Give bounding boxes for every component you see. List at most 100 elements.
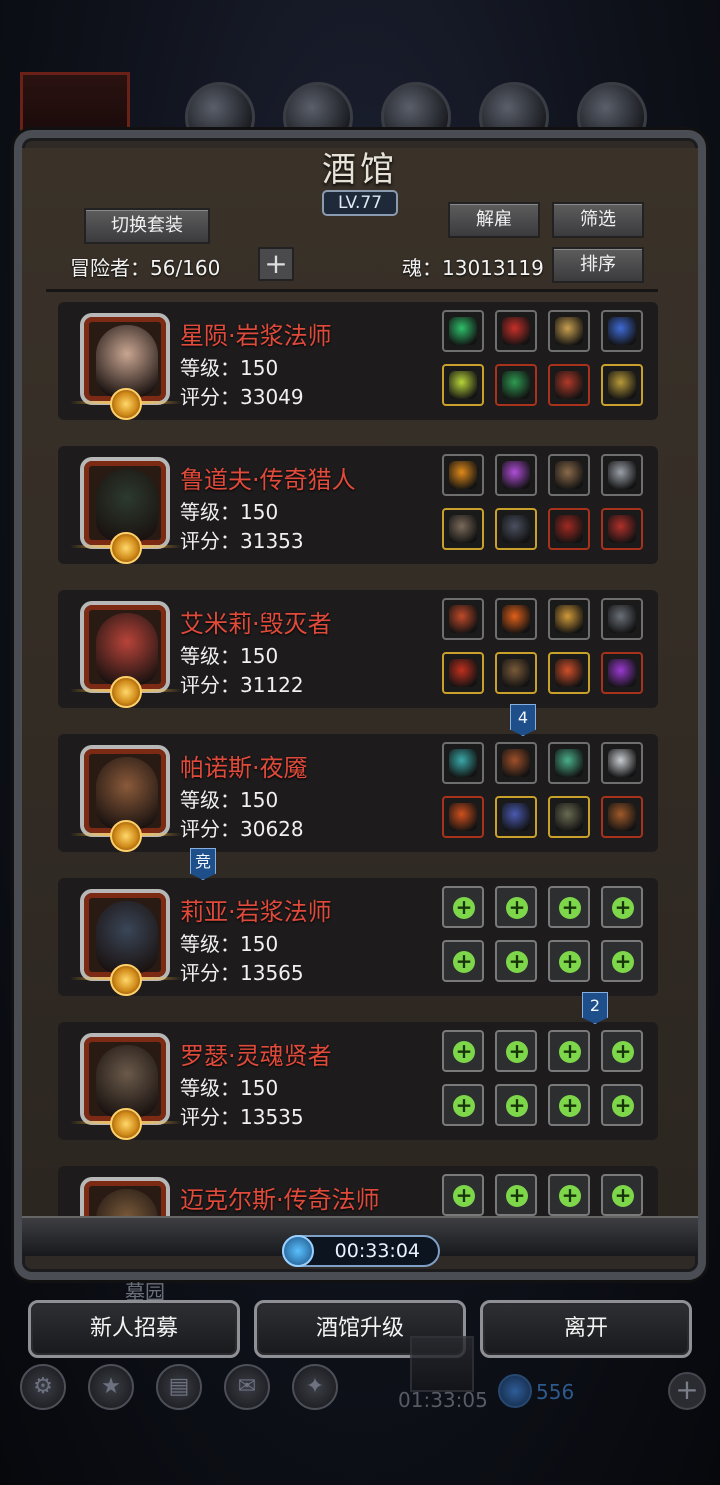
empty-slot-icon[interactable]: +	[442, 1030, 484, 1072]
lantern-icon[interactable]	[601, 310, 643, 352]
teal-amulet-icon[interactable]	[442, 742, 484, 784]
scythe-icon[interactable]	[548, 742, 590, 784]
ore-icon[interactable]	[495, 742, 537, 784]
red-ring-icon[interactable]	[495, 310, 537, 352]
copper-mace-icon[interactable]	[601, 796, 643, 838]
red-axe-icon[interactable]	[442, 652, 484, 694]
page-tag-4[interactable]: 4	[510, 704, 536, 736]
red-helm-icon[interactable]	[548, 508, 590, 550]
filter-button[interactable]: 筛选	[552, 202, 644, 238]
green-orb-icon[interactable]	[442, 310, 484, 352]
fire-ring-icon[interactable]	[442, 454, 484, 496]
empty-slot-icon[interactable]: +	[495, 1084, 537, 1126]
rank-medal-icon	[110, 676, 142, 708]
dark-armor-icon[interactable]	[495, 508, 537, 550]
hero-card[interactable]: 迈克尔斯·传奇法师 + + + +	[58, 1166, 658, 1217]
scroll-icon: ▤	[156, 1364, 202, 1410]
empty-slot-icon[interactable]: +	[442, 1174, 484, 1216]
hero-card[interactable]: 莉亚·岩浆法师 等级：150 评分：13565 + + + + + + + +	[58, 878, 658, 996]
hero-card[interactable]: 罗瑟·灵魂贤者等级：150 评分：13535 + + + + + + + +	[58, 1022, 658, 1140]
empty-slot-icon[interactable]: +	[495, 1174, 537, 1216]
add-capacity-button[interactable]: +	[258, 247, 294, 281]
dismiss-button[interactable]: 解雇	[448, 202, 540, 238]
empty-slot-icon[interactable]: +	[548, 1174, 590, 1216]
hero-name: 罗瑟·灵魂贤者	[180, 1042, 332, 1070]
add-equipment-icon: +	[506, 1185, 528, 1207]
add-equipment-icon: +	[506, 1095, 528, 1117]
crimson-boots-icon[interactable]	[601, 508, 643, 550]
equipment-grid	[442, 742, 652, 842]
equipment-grid	[442, 454, 652, 554]
tower-icon	[410, 1336, 474, 1392]
hero-card[interactable]: 艾米莉·毁灭者 等级：150 评分：31122	[58, 590, 658, 708]
hero-name: 星陨·岩浆法师	[180, 322, 332, 350]
equipment-art	[449, 659, 477, 687]
empty-slot-icon[interactable]: +	[442, 886, 484, 928]
staff-icon[interactable]	[442, 364, 484, 406]
hero-score: 评分：30628	[180, 817, 304, 841]
recruit-button[interactable]: 新人招募	[28, 1300, 240, 1358]
arena-tag[interactable]: 竞	[190, 848, 216, 880]
rank-medal-icon	[110, 964, 142, 996]
switch-outfit-button[interactable]: 切换套装	[84, 208, 210, 244]
empty-slot-icon[interactable]: +	[548, 1084, 590, 1126]
bone-helm-icon[interactable]	[548, 796, 590, 838]
sort-button[interactable]: 排序	[552, 247, 644, 283]
blue-plate-icon[interactable]	[495, 796, 537, 838]
flame-crown-icon[interactable]	[442, 598, 484, 640]
empty-slot-icon[interactable]: +	[601, 1030, 643, 1072]
demon-mask-icon[interactable]	[548, 364, 590, 406]
violet-crystal-icon[interactable]	[601, 652, 643, 694]
hero-card[interactable]: 鲁道夫·传奇猎人 等级：150 评分：31353	[58, 446, 658, 564]
empty-slot-icon[interactable]: +	[442, 1084, 484, 1126]
silver-emblem-icon[interactable]	[601, 454, 643, 496]
bronze-armor-icon[interactable]	[495, 652, 537, 694]
empty-slot-icon[interactable]: +	[548, 940, 590, 982]
hero-level: 等级：150	[180, 788, 279, 812]
equipment-art	[502, 317, 530, 345]
pistol-icon[interactable]	[442, 508, 484, 550]
stone-icon[interactable]	[601, 598, 643, 640]
empty-slot-icon[interactable]: +	[601, 940, 643, 982]
equipment-art	[502, 605, 530, 633]
gold-ring-icon[interactable]	[601, 364, 643, 406]
empty-slot-icon[interactable]: +	[442, 940, 484, 982]
lamp-icon[interactable]	[548, 598, 590, 640]
add-equipment-icon: +	[612, 897, 634, 919]
page-tag-2[interactable]: 2	[582, 992, 608, 1024]
green-chest-icon[interactable]	[495, 364, 537, 406]
add-equipment-icon: +	[453, 1095, 475, 1117]
pickaxe-icon[interactable]	[548, 454, 590, 496]
fire-orb-icon[interactable]	[495, 598, 537, 640]
rune-icon: ✦	[292, 1364, 338, 1410]
empty-slot-icon[interactable]: +	[548, 886, 590, 928]
empty-slot-icon[interactable]: +	[548, 1030, 590, 1072]
equipment-art	[502, 515, 530, 543]
fire-spear-icon[interactable]	[442, 796, 484, 838]
gold-armor-icon[interactable]	[548, 310, 590, 352]
empty-slot-icon[interactable]: +	[495, 1030, 537, 1072]
leave-button[interactable]: 离开	[480, 1300, 692, 1358]
hero-list[interactable]: 星陨·岩浆法师 等级：150 评分：33049 鲁道夫·传奇猎人 等级：150 评分：31…	[58, 302, 658, 1217]
hero-level: 等级：150	[180, 1076, 279, 1100]
equipment-art	[608, 803, 636, 831]
equipment-art	[449, 461, 477, 489]
white-stone-icon[interactable]	[601, 742, 643, 784]
hero-card[interactable]: 星陨·岩浆法师 等级：150 评分：33049	[58, 302, 658, 420]
empty-slot-icon[interactable]: +	[495, 886, 537, 928]
hero-score: 评分：13535	[180, 1105, 304, 1129]
equipment-art	[449, 371, 477, 399]
equipment-grid: + + + + + + + +	[442, 886, 652, 986]
empty-slot-icon[interactable]: +	[601, 1084, 643, 1126]
empty-slot-icon[interactable]: +	[601, 886, 643, 928]
equipment-art	[555, 317, 583, 345]
empty-slot-icon[interactable]: +	[601, 1174, 643, 1216]
ruby-ring-icon[interactable]	[548, 652, 590, 694]
hero-portrait[interactable]	[80, 1177, 170, 1217]
purple-gem-icon[interactable]	[495, 454, 537, 496]
add-equipment-icon: +	[453, 1185, 475, 1207]
game-screen: 酒馆 LV.77 切换套装 解雇 筛选 排序 冒险者：56/160 + 魂：13…	[0, 0, 720, 1485]
empty-slot-icon[interactable]: +	[495, 940, 537, 982]
hero-score: 评分：31353	[180, 529, 304, 553]
hero-card[interactable]: 帕诺斯·夜魇 等级：150 评分：30628	[58, 734, 658, 852]
